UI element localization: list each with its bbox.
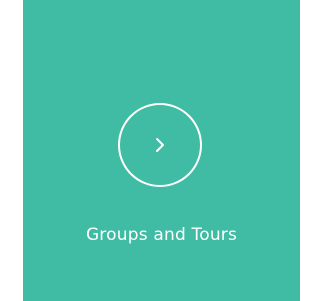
groups-and-tours-tile[interactable]: Groups and Tours bbox=[23, 0, 300, 301]
arrow-circle-button[interactable] bbox=[118, 103, 202, 187]
chevron-right-icon bbox=[153, 136, 167, 154]
page: Groups and Tours bbox=[0, 0, 300, 301]
tile-label: Groups and Tours bbox=[85, 225, 238, 245]
